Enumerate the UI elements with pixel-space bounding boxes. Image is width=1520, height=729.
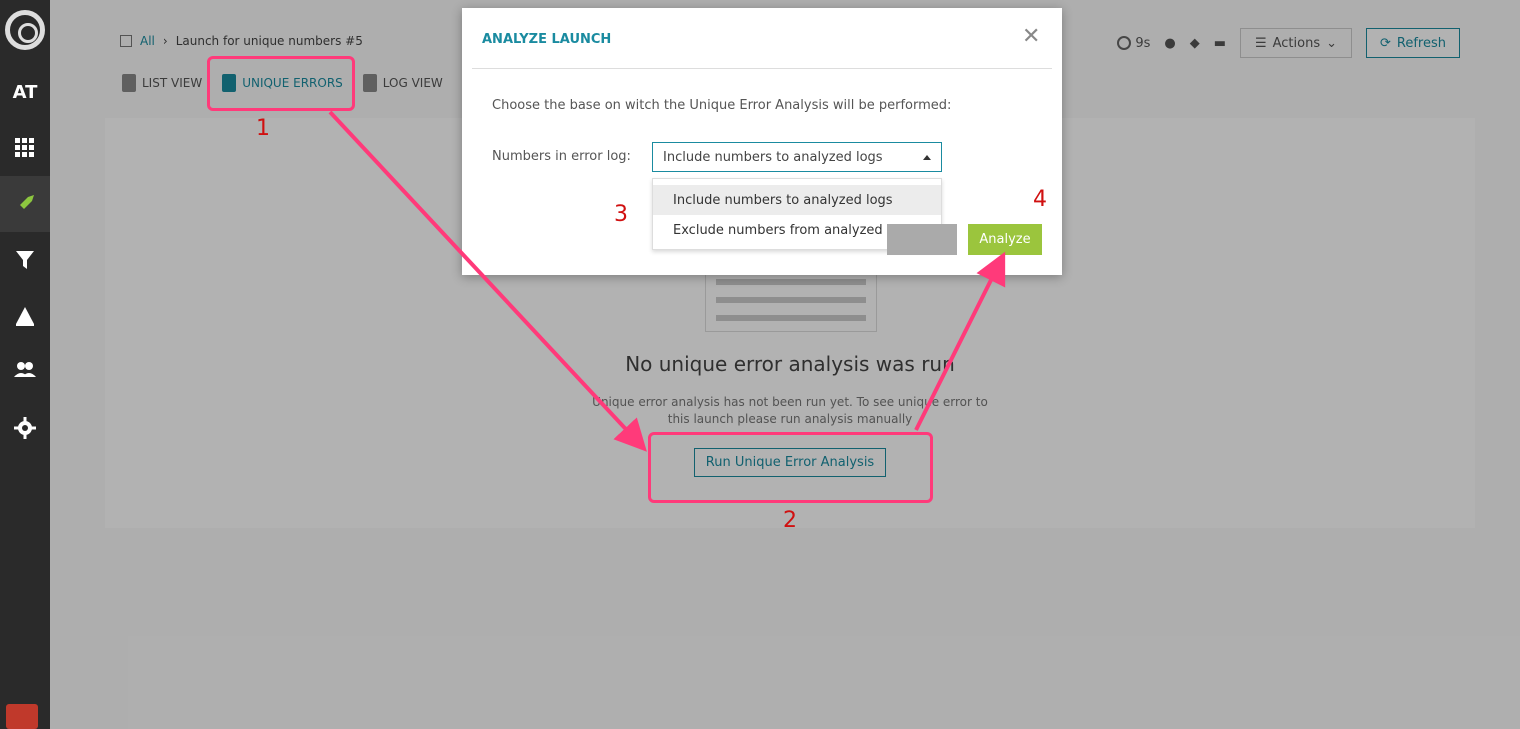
highlight-run-button	[648, 432, 933, 503]
annotation-2: 2	[783, 508, 797, 533]
annotation-4: 4	[1033, 187, 1047, 212]
annotation-1: 1	[256, 116, 270, 141]
annotation-3: 3	[614, 202, 628, 227]
arrow-2-to-4	[914, 251, 1006, 431]
arrow-1-to-2	[328, 110, 647, 452]
highlight-unique-errors	[207, 56, 355, 111]
